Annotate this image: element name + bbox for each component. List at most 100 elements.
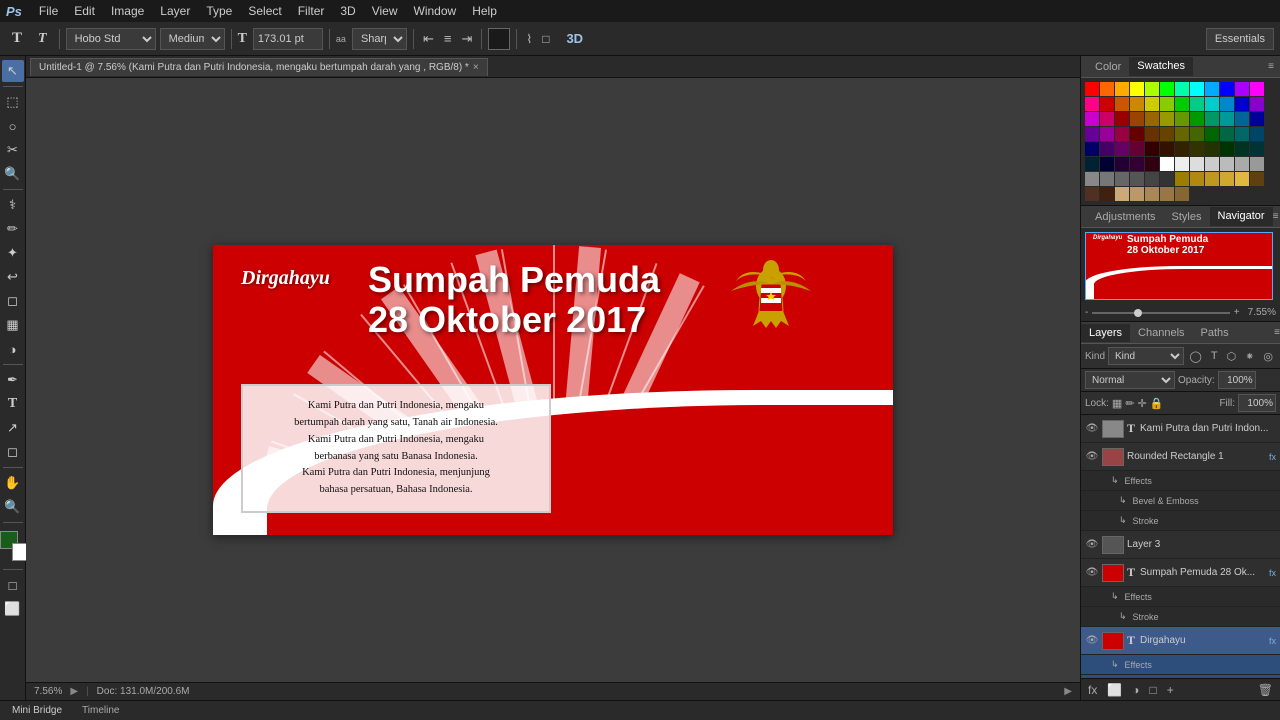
fill-input[interactable] xyxy=(1238,394,1276,412)
gradient-tool[interactable]: ▦ xyxy=(2,314,24,336)
nav-panel-collapse-btn[interactable]: ≡ xyxy=(1273,211,1279,222)
layer-filter-2[interactable]: T xyxy=(1208,349,1221,363)
lock-position-btn[interactable]: ✛ xyxy=(1138,397,1147,410)
swatch-cell[interactable] xyxy=(1115,112,1129,126)
swatch-cell[interactable] xyxy=(1145,142,1159,156)
layer-filter-3[interactable]: ⬡ xyxy=(1224,349,1240,364)
swatch-cell[interactable] xyxy=(1205,82,1219,96)
warp-text-btn[interactable]: ⌇ xyxy=(523,30,535,48)
new-layer-btn[interactable]: + xyxy=(1164,681,1177,699)
eyedropper-tool[interactable]: 🔍 xyxy=(2,163,24,185)
zoom-slider[interactable] xyxy=(1092,312,1229,314)
menu-view[interactable]: View xyxy=(365,2,405,20)
font-family-select[interactable]: Hobo Std xyxy=(66,28,156,50)
swatch-cell[interactable] xyxy=(1175,142,1189,156)
swatch-cell[interactable] xyxy=(1160,82,1174,96)
align-center-btn[interactable]: ≡ xyxy=(441,29,455,48)
swatch-cell[interactable] xyxy=(1250,142,1264,156)
menu-filter[interactable]: Filter xyxy=(291,2,332,20)
swatch-cell[interactable] xyxy=(1220,142,1234,156)
swatch-cell[interactable] xyxy=(1085,127,1099,141)
zoom-in-btn[interactable]: + xyxy=(1234,307,1240,318)
swatch-cell[interactable] xyxy=(1100,142,1114,156)
swatch-cell[interactable] xyxy=(1115,127,1129,141)
swatch-cell[interactable] xyxy=(1220,172,1234,186)
layer-visibility-toggle[interactable]: 👁 xyxy=(1085,566,1099,580)
add-layer-style-btn[interactable]: fx xyxy=(1085,681,1100,699)
status-arrow-btn[interactable]: ▶ xyxy=(1064,686,1072,697)
layer-filter-select[interactable]: Kind xyxy=(1108,347,1184,365)
align-left-btn[interactable]: ⇤ xyxy=(420,29,437,49)
swatch-cell[interactable] xyxy=(1190,127,1204,141)
swatch-cell[interactable] xyxy=(1190,157,1204,171)
layer-item[interactable]: 👁 Rounded Rectangle 1 fx xyxy=(1081,443,1280,471)
menu-image[interactable]: Image xyxy=(104,2,151,20)
zoom-arrow-btn[interactable]: ▶ xyxy=(70,686,78,697)
swatch-cell[interactable] xyxy=(1160,127,1174,141)
swatch-cell[interactable] xyxy=(1220,112,1234,126)
color-tab[interactable]: Color xyxy=(1087,58,1129,76)
swatch-cell[interactable] xyxy=(1220,127,1234,141)
eraser-tool[interactable]: ◻ xyxy=(2,290,24,312)
layer-item[interactable]: 👁 T Kami Putra dan Putri Indon... xyxy=(1081,415,1280,443)
swatch-cell[interactable] xyxy=(1235,142,1249,156)
swatch-cell[interactable] xyxy=(1250,127,1264,141)
essentials-button[interactable]: Essentials xyxy=(1206,28,1274,50)
swatch-cell[interactable] xyxy=(1085,187,1099,201)
swatch-cell[interactable] xyxy=(1100,97,1114,111)
layers-panel-menu-btn[interactable]: ≡ xyxy=(1274,327,1280,338)
canvas-tab[interactable]: Untitled-1 @ 7.56% (Kami Putra dan Putri… xyxy=(30,58,488,76)
swatch-cell[interactable] xyxy=(1100,172,1114,186)
swatch-cell[interactable] xyxy=(1115,82,1129,96)
swatch-cell[interactable] xyxy=(1190,82,1204,96)
swatch-cell[interactable] xyxy=(1235,157,1249,171)
swatch-cell[interactable] xyxy=(1145,82,1159,96)
panel-collapse-btn[interactable]: ≡ xyxy=(1268,61,1274,72)
swatch-cell[interactable] xyxy=(1115,157,1129,171)
swatch-cell[interactable] xyxy=(1205,112,1219,126)
layer-visibility-toggle[interactable]: 👁 xyxy=(1085,634,1099,648)
swatch-cell[interactable] xyxy=(1100,127,1114,141)
swatch-cell[interactable] xyxy=(1190,172,1204,186)
swatch-cell[interactable] xyxy=(1250,172,1264,186)
swatch-cell[interactable] xyxy=(1205,157,1219,171)
layer-item[interactable]: 👁 Layer 3 xyxy=(1081,531,1280,559)
swatch-cell[interactable] xyxy=(1085,172,1099,186)
swatch-cell[interactable] xyxy=(1235,172,1249,186)
font-style-select[interactable]: Medium xyxy=(160,28,225,50)
adjustments-tab[interactable]: Adjustments xyxy=(1087,208,1164,226)
swatch-cell[interactable] xyxy=(1175,82,1189,96)
swatch-cell[interactable] xyxy=(1220,157,1234,171)
swatch-cell[interactable] xyxy=(1205,172,1219,186)
marquee-tool[interactable]: ⬚ xyxy=(2,91,24,113)
hand-tool[interactable]: ✋ xyxy=(2,472,24,494)
shape-tool[interactable]: ◻ xyxy=(2,441,24,463)
crop-tool[interactable]: ✂ xyxy=(2,139,24,161)
move-tool[interactable]: ↖ xyxy=(2,60,24,82)
menu-type[interactable]: Type xyxy=(199,2,239,20)
swatch-cell[interactable] xyxy=(1250,82,1264,96)
swatch-cell[interactable] xyxy=(1130,187,1144,201)
menu-select[interactable]: Select xyxy=(241,2,288,20)
swatch-cell[interactable] xyxy=(1205,127,1219,141)
swatch-cell[interactable] xyxy=(1130,97,1144,111)
menu-help[interactable]: Help xyxy=(465,2,504,20)
styles-tab[interactable]: Styles xyxy=(1164,208,1210,226)
opacity-input[interactable] xyxy=(1218,371,1256,389)
dodge-tool[interactable]: ◑ xyxy=(2,338,24,360)
swatch-cell[interactable] xyxy=(1130,142,1144,156)
swatch-cell[interactable] xyxy=(1130,127,1144,141)
swatch-cell[interactable] xyxy=(1100,112,1114,126)
swatch-cell[interactable] xyxy=(1085,97,1099,111)
layers-tab[interactable]: Layers xyxy=(1081,324,1130,342)
layer-item[interactable]: 👁 T Dirgahayu fx xyxy=(1081,627,1280,655)
new-group-btn[interactable]: □ xyxy=(1147,681,1160,699)
swatches-tab[interactable]: Swatches xyxy=(1129,57,1193,76)
lock-all-btn[interactable]: 🔒 xyxy=(1150,397,1164,410)
swatch-cell[interactable] xyxy=(1175,157,1189,171)
font-size-input[interactable] xyxy=(253,28,323,50)
swatch-cell[interactable] xyxy=(1250,112,1264,126)
swatch-cell[interactable] xyxy=(1145,172,1159,186)
swatch-cell[interactable] xyxy=(1115,142,1129,156)
delete-layer-btn[interactable]: 🗑 xyxy=(1255,681,1276,699)
